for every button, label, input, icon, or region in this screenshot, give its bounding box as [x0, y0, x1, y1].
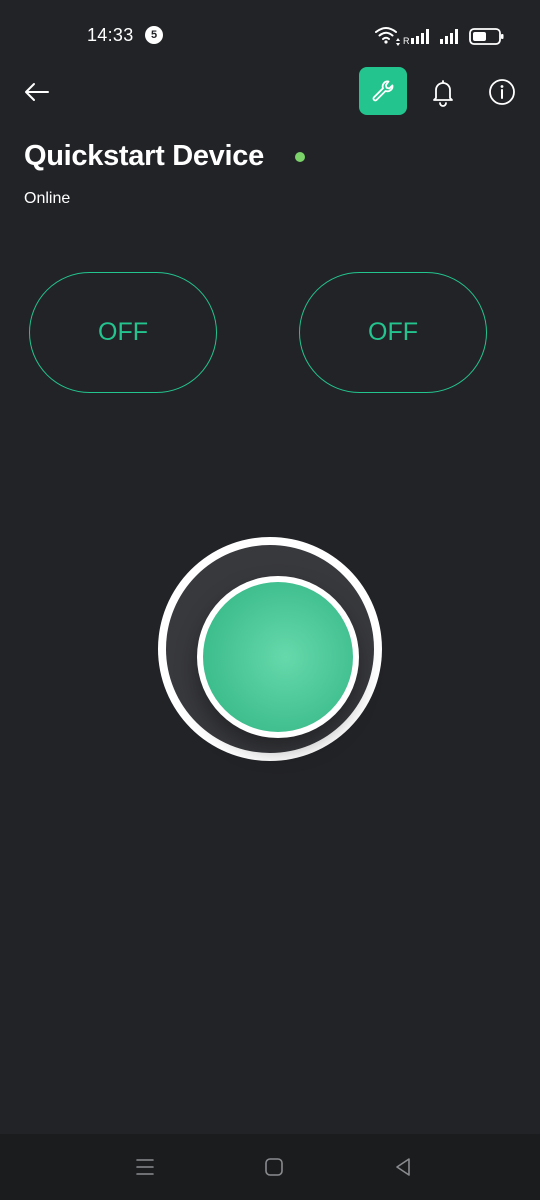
home-icon — [265, 1158, 283, 1176]
status-time: 14:33 — [87, 25, 134, 45]
wifi-icon — [375, 27, 397, 40]
notifications-button[interactable] — [425, 74, 461, 110]
battery-icon — [469, 28, 504, 45]
online-status-dot — [295, 152, 305, 162]
system-nav-bar — [0, 1134, 540, 1200]
device-status: Online — [24, 190, 71, 207]
wrench-icon — [372, 80, 394, 102]
system-back-button[interactable] — [388, 1152, 418, 1182]
app-header — [0, 62, 540, 122]
main-push-button[interactable] — [158, 537, 382, 761]
back-arrow-icon — [25, 83, 49, 101]
device-info-button[interactable] — [484, 74, 520, 110]
switch-button-2[interactable]: OFF — [299, 272, 487, 393]
device-name: Quickstart Device — [24, 140, 264, 172]
button-core — [203, 582, 353, 732]
signal-icon — [440, 29, 458, 44]
bell-icon — [433, 80, 453, 107]
recent-apps-button[interactable] — [130, 1152, 160, 1182]
back-icon — [396, 1158, 410, 1176]
signal-roaming-icon: R — [403, 29, 429, 46]
data-arrows-icon — [396, 38, 400, 46]
home-button[interactable] — [259, 1152, 289, 1182]
status-bar: 14:33 5 R — [0, 0, 540, 70]
back-button[interactable] — [18, 72, 58, 112]
button-outer-ring — [166, 545, 374, 753]
button-inner-ring — [197, 576, 359, 738]
info-icon — [489, 79, 515, 105]
status-icons: R — [374, 24, 508, 48]
svg-text:R: R — [403, 36, 410, 46]
recent-apps-icon — [136, 1159, 154, 1175]
notification-count-badge: 5 — [145, 26, 163, 44]
edit-dashboard-button[interactable] — [359, 67, 407, 115]
switch-button-1[interactable]: OFF — [29, 272, 217, 393]
